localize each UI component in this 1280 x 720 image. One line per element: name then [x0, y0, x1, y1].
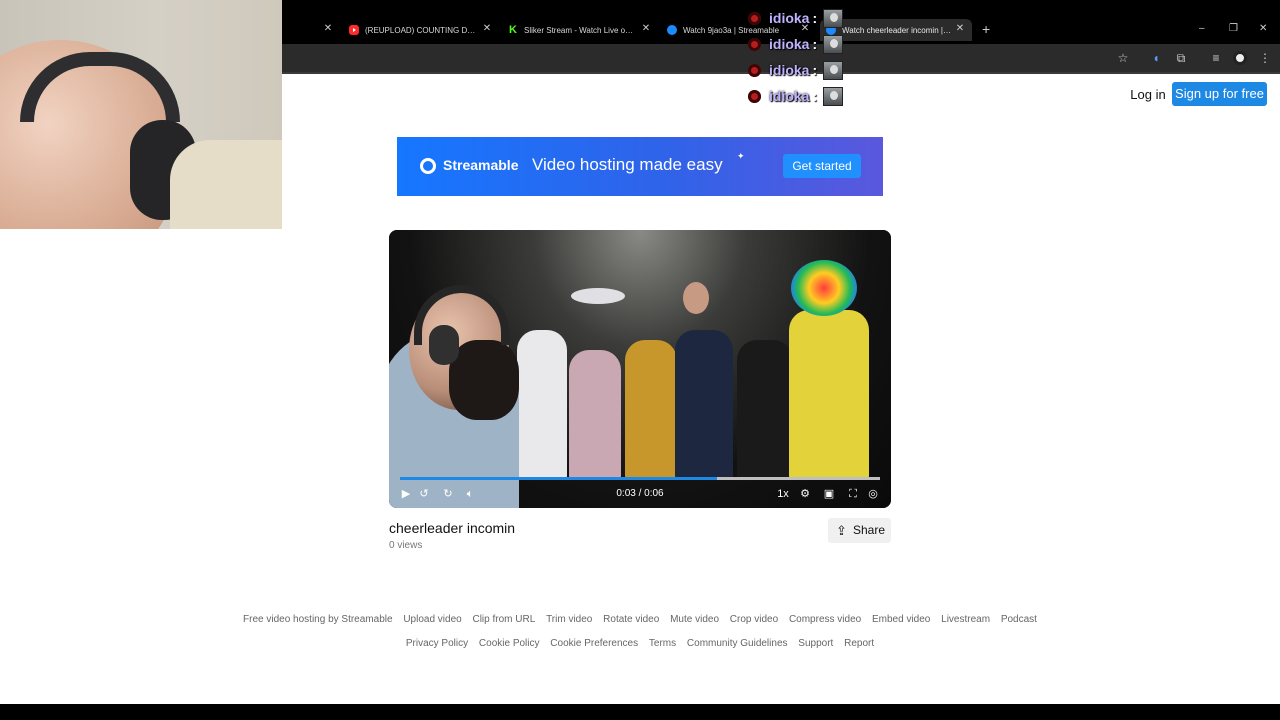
footer-link[interactable]: Upload video [403, 614, 461, 625]
footer-link[interactable]: Rotate video [603, 614, 659, 625]
streamable-logo-icon [420, 158, 436, 174]
tab-1[interactable]: (REUPLOAD) COUNTING DOWN ✕ [349, 19, 493, 41]
host-headphone-cup [429, 325, 459, 365]
footer-link[interactable]: Privacy Policy [406, 638, 468, 649]
streamable-banner[interactable]: Streamable Video hosting made easy ✦ Get… [397, 137, 883, 196]
webcam-shirt [170, 140, 282, 229]
audio-icon[interactable]: ◖ [1149, 51, 1163, 65]
figure-clown [789, 310, 869, 480]
menu-icon[interactable]: ⋮ [1258, 51, 1272, 65]
play-icon[interactable]: ▶ [398, 486, 414, 502]
figure-pink [569, 350, 621, 480]
close-tab-icon[interactable]: ✕ [640, 23, 652, 35]
progress-fill [400, 477, 717, 480]
video-frame [389, 230, 891, 508]
bald-head [683, 282, 709, 314]
share-icon: ⇪ [836, 523, 847, 538]
rewind-icon[interactable]: ↺ [416, 486, 432, 502]
media-icon[interactable]: ≡ [1209, 51, 1223, 65]
footer-link[interactable]: Cookie Policy [479, 638, 540, 649]
footer-link[interactable]: Terms [649, 638, 676, 649]
close-tab-icon[interactable]: ✕ [481, 23, 493, 35]
minimize-button[interactable]: – [1199, 22, 1205, 36]
tab-0[interactable]: ✕ [290, 19, 334, 41]
profile-icon[interactable] [1233, 51, 1247, 65]
chat-message: idioka : [748, 33, 848, 55]
new-tab-button[interactable]: + [982, 22, 990, 36]
chat-message: idioka : [748, 85, 848, 107]
figure-black [737, 340, 793, 480]
footer-link[interactable]: Trim video [546, 614, 592, 625]
footer-link[interactable]: Podcast [1001, 614, 1037, 625]
taskbar-strip [0, 704, 1280, 720]
user-badge-icon [748, 37, 761, 51]
time-display: 0:03 / 0:06 [616, 488, 664, 499]
banner-brand: Streamable [443, 157, 519, 173]
webcam-overlay [0, 0, 282, 229]
screen: ✕ (REUPLOAD) COUNTING DOWN ✕ K Sliker St… [0, 0, 1280, 720]
picture-in-picture-icon[interactable]: ▣ [821, 486, 837, 502]
streamable-icon [667, 25, 677, 35]
footer-link[interactable]: Compress video [789, 614, 861, 625]
extensions-icon[interactable]: ⧉ [1174, 51, 1188, 65]
footer-link[interactable]: Livestream [941, 614, 990, 625]
user-badge-icon [748, 89, 761, 103]
footer-link[interactable]: Mute video [670, 614, 719, 625]
footer-link[interactable]: Support [798, 638, 833, 649]
emote-image [823, 34, 844, 54]
emote-image [823, 86, 844, 106]
host-beard [449, 340, 519, 420]
video-title: cheerleader incomin [389, 520, 516, 536]
sparkle-icon: ✦ [737, 151, 745, 161]
figure-navy [675, 330, 733, 480]
view-count: 0 views [389, 540, 423, 551]
share-button[interactable]: ⇪ Share [828, 518, 891, 543]
close-window-button[interactable]: ✕ [1259, 22, 1267, 36]
footer-link[interactable]: Embed video [872, 614, 930, 625]
user-badge-icon [748, 63, 761, 77]
chat-message: idioka : [748, 59, 848, 81]
footer-link[interactable]: Clip from URL [472, 614, 535, 625]
maximize-button[interactable]: ❐ [1229, 22, 1238, 36]
banner-tagline: Video hosting made easy [532, 155, 723, 174]
footer-link[interactable]: Crop video [730, 614, 778, 625]
forward-icon[interactable]: ↻ [440, 486, 456, 502]
figure-yellow [625, 340, 677, 480]
emote-image [823, 8, 844, 28]
rainbow-wig [791, 260, 857, 316]
youtube-icon [349, 25, 359, 35]
emote-image [823, 60, 844, 80]
footer-links-row-2: Privacy Policy Cookie Policy Cookie Pref… [0, 638, 1280, 649]
star-icon[interactable]: ☆ [1116, 51, 1130, 65]
playback-speed-button[interactable]: 1x [773, 486, 793, 502]
get-started-button[interactable]: Get started [783, 154, 861, 178]
footer-links-row-1: Free video hosting by Streamable Upload … [0, 614, 1280, 625]
volume-icon[interactable]: 🔈︎ [462, 486, 478, 502]
kick-icon: K [509, 24, 517, 36]
fullscreen-icon[interactable]: ⛶ [845, 486, 861, 502]
progress-bar[interactable] [400, 477, 880, 480]
signup-button[interactable]: Sign up for free [1172, 82, 1267, 106]
figure-white-robe [517, 330, 567, 480]
login-button[interactable]: Log in [1125, 84, 1171, 106]
video-player[interactable]: ▶ ↺ ↻ 🔈︎ 0:03 / 0:06 1x ⚙ ▣ ⛶ ◎ [389, 230, 891, 508]
footer-link[interactable]: Report [844, 638, 874, 649]
close-tab-icon[interactable]: ✕ [954, 23, 966, 35]
chat-message: idioka : [748, 7, 848, 29]
footer-link[interactable]: Free video hosting by Streamable [243, 614, 393, 625]
tab-2[interactable]: K Sliker Stream - Watch Live on Ki ✕ [508, 19, 652, 41]
user-badge-icon [748, 11, 761, 25]
close-tab-icon[interactable]: ✕ [322, 23, 334, 35]
footer-link[interactable]: Community Guidelines [687, 638, 788, 649]
settings-gear-icon[interactable]: ⚙ [797, 486, 813, 502]
footer-link[interactable]: Cookie Preferences [550, 638, 638, 649]
sombrero [571, 288, 625, 304]
streamable-logo-icon[interactable]: ◎ [865, 486, 881, 502]
